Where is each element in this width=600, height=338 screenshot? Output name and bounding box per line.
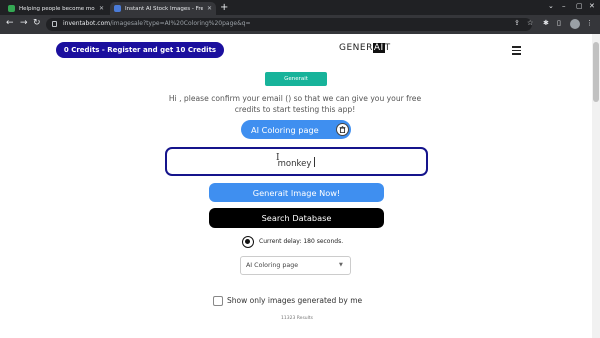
browser-tab-1[interactable]: Helping people become more cr ✕ — [4, 2, 108, 15]
current-delay-text: Current delay: 180 seconds. — [259, 238, 344, 245]
menu-icon[interactable] — [512, 46, 521, 57]
site-logo[interactable]: GENERAIT — [339, 43, 391, 53]
chevron-down-icon: ▼ — [339, 262, 343, 268]
lock-icon — [52, 21, 57, 27]
timer-icon — [242, 236, 254, 248]
generate-image-button[interactable]: Generait Image Now! — [209, 183, 384, 202]
show-mine-checkbox[interactable] — [213, 296, 223, 306]
browser-tab-bar: Helping people become more cr ✕ Instant … — [0, 0, 600, 15]
model-chip[interactable]: AI Coloring page — [241, 120, 351, 139]
results-count: 11323 Results — [281, 316, 313, 321]
back-arrow-icon[interactable]: ← — [6, 18, 14, 28]
close-window-icon[interactable]: ✕ — [589, 2, 595, 10]
new-tab-button[interactable]: + — [220, 2, 228, 13]
browser-tab-2[interactable]: Instant AI Stock Images - Free In ✕ — [110, 2, 216, 15]
forward-arrow-icon[interactable]: → — [20, 18, 28, 28]
confirm-email-message: Hi , please confirm your email () so tha… — [168, 94, 422, 114]
tab-title: Helping people become more cr — [19, 5, 95, 12]
chevron-down-icon[interactable]: ⌄ — [548, 2, 554, 10]
tab-title: Instant AI Stock Images - Free In — [125, 5, 203, 12]
more-menu-icon[interactable]: ⋮ — [586, 19, 593, 27]
bookmark-star-icon[interactable]: ☆ — [527, 19, 533, 27]
tab-close-icon[interactable]: ✕ — [99, 5, 104, 12]
scrollbar-thumb[interactable] — [593, 42, 599, 102]
minimize-icon[interactable]: – — [562, 2, 566, 10]
address-bar[interactable]: inventabot.com/imagesale?type=AI%20Color… — [46, 18, 532, 31]
tab-favicon-icon — [114, 5, 121, 12]
browser-toolbar: ← → ↻ inventabot.com/imagesale?type=AI%2… — [0, 15, 600, 34]
text-caret — [314, 157, 316, 167]
model-select[interactable]: AI Coloring page ▼ — [240, 256, 351, 275]
extensions-icon[interactable]: ✱ — [543, 19, 549, 27]
sidebar-icon[interactable]: ▯ — [557, 19, 561, 27]
url-text: inventabot.com/imagesale?type=AI%20Color… — [63, 20, 251, 27]
credits-register-button[interactable]: 0 Credits - Register and get 10 Credits — [56, 42, 224, 58]
prompt-input[interactable]: monkey — [165, 147, 428, 176]
page-content: 0 Credits - Register and get 10 Credits … — [0, 34, 592, 338]
tab-close-icon[interactable]: ✕ — [207, 5, 212, 12]
trash-icon[interactable] — [336, 123, 349, 136]
text-cursor-icon: I — [276, 153, 280, 163]
profile-avatar[interactable] — [570, 19, 580, 29]
tab-favicon-icon — [8, 5, 15, 12]
search-database-button[interactable]: Search Database — [209, 208, 384, 228]
page-scrollbar[interactable] — [592, 34, 600, 338]
reload-icon[interactable]: ↻ — [33, 18, 41, 28]
maximize-icon[interactable]: ▢ — [576, 2, 583, 10]
generait-badge: Generait — [265, 72, 327, 86]
share-icon[interactable]: ⇪ — [514, 19, 520, 27]
show-mine-label[interactable]: Show only images generated by me — [227, 296, 362, 305]
